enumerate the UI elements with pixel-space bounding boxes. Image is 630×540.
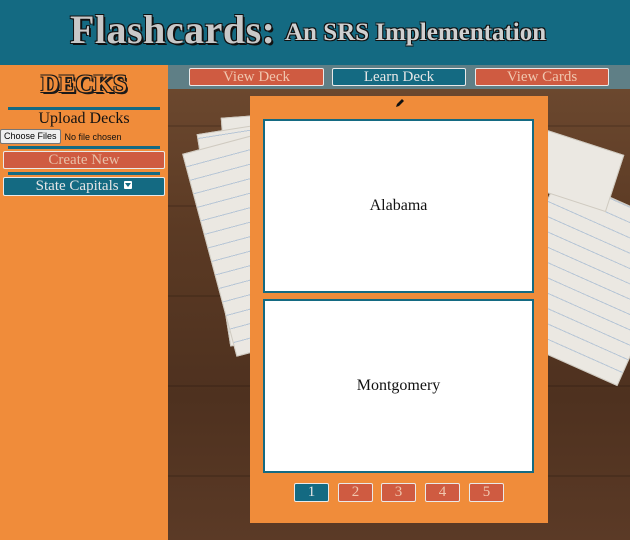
- card-back-text: Montgomery: [356, 377, 441, 394]
- decks-sidebar: DECKS Upload Decks Choose Files No file …: [0, 65, 168, 540]
- card-back[interactable]: Montgomery: [263, 299, 534, 473]
- create-new-button[interactable]: Create New: [3, 151, 165, 169]
- app-header: Flashcards: An SRS Implementation: [0, 0, 630, 65]
- choose-files-button[interactable]: Choose Files: [0, 129, 61, 144]
- no-file-chosen-text: No file chosen: [64, 131, 122, 142]
- divider: [8, 172, 160, 175]
- page-button-2[interactable]: 2: [338, 483, 373, 502]
- file-upload: Choose Files No file chosen: [0, 129, 122, 144]
- app-title: Flashcards:: [70, 7, 276, 52]
- upload-decks-label: Upload Decks: [38, 110, 130, 127]
- divider: [8, 146, 160, 149]
- deck-dropdown-state-capitals[interactable]: State Capitals: [3, 177, 165, 196]
- flashcard-panel: Alabama Montgomery 1 2 3 4 5: [250, 96, 548, 523]
- view-deck-button[interactable]: View Deck: [189, 68, 324, 86]
- decks-title: DECKS: [40, 71, 128, 98]
- view-navbar: View Deck Learn Deck View Cards: [168, 65, 630, 89]
- card-front[interactable]: Alabama: [263, 119, 534, 293]
- page-button-1[interactable]: 1: [294, 483, 329, 502]
- page-button-5[interactable]: 5: [469, 483, 504, 502]
- page-button-4[interactable]: 4: [425, 483, 460, 502]
- card-front-text: Alabama: [369, 197, 428, 214]
- deck-dropdown-label: State Capitals: [35, 178, 119, 194]
- page-button-3[interactable]: 3: [381, 483, 416, 502]
- view-cards-button[interactable]: View Cards: [475, 68, 609, 86]
- chevron-down-icon: [124, 181, 133, 189]
- app-subtitle: An SRS Implementation: [285, 19, 547, 46]
- learn-deck-button[interactable]: Learn Deck: [332, 68, 466, 86]
- pencil-icon[interactable]: [395, 98, 405, 108]
